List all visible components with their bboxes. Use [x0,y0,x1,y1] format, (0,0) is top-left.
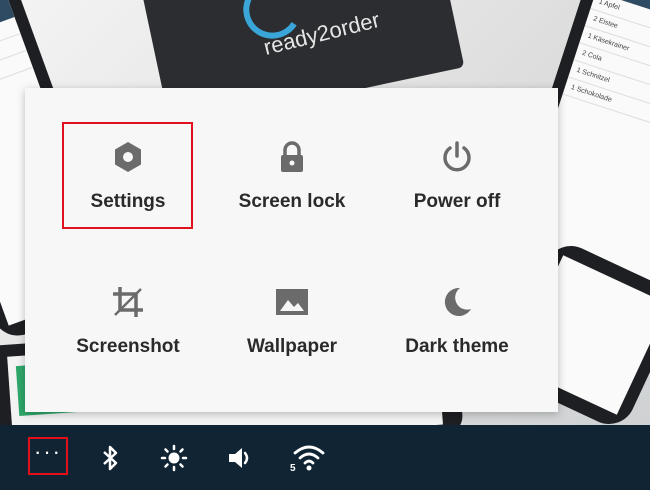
power-off-button[interactable]: Power off [372,133,542,253]
dark-theme-button[interactable]: Dark theme [372,278,542,398]
wallpaper-label: Wallpaper [246,336,338,357]
taskbar: ··· 5 [0,425,650,490]
moon-icon [437,282,477,322]
bluetooth-icon [103,445,118,471]
bluetooth-button[interactable] [92,439,130,477]
wifi-band-badge: 5 [290,463,296,473]
more-button[interactable]: ··· [28,437,68,475]
crop-icon [108,282,148,322]
more-icon: ··· [34,439,62,464]
lock-icon [272,137,312,177]
wallpaper-button[interactable]: Wallpaper [207,278,377,398]
image-icon [272,282,312,322]
volume-button[interactable] [221,439,259,477]
power-icon [437,137,477,177]
screen-lock-button[interactable]: Screen lock [207,133,377,253]
brightness-button[interactable] [155,439,193,477]
settings-highlight-box [62,122,193,229]
wifi-button[interactable]: 5 [287,439,331,477]
power-off-label: Power off [413,191,501,212]
screen-lock-label: Screen lock [238,191,346,212]
brightness-icon [160,444,188,472]
screenshot-button[interactable]: Screenshot [43,278,213,398]
dark-theme-label: Dark theme [405,336,509,357]
quick-menu-panel: Settings Screen lock Power off Screensho… [25,88,558,412]
volume-icon [229,448,249,468]
wifi-icon: 5 [290,445,325,473]
screenshot-label: Screenshot [76,336,180,357]
